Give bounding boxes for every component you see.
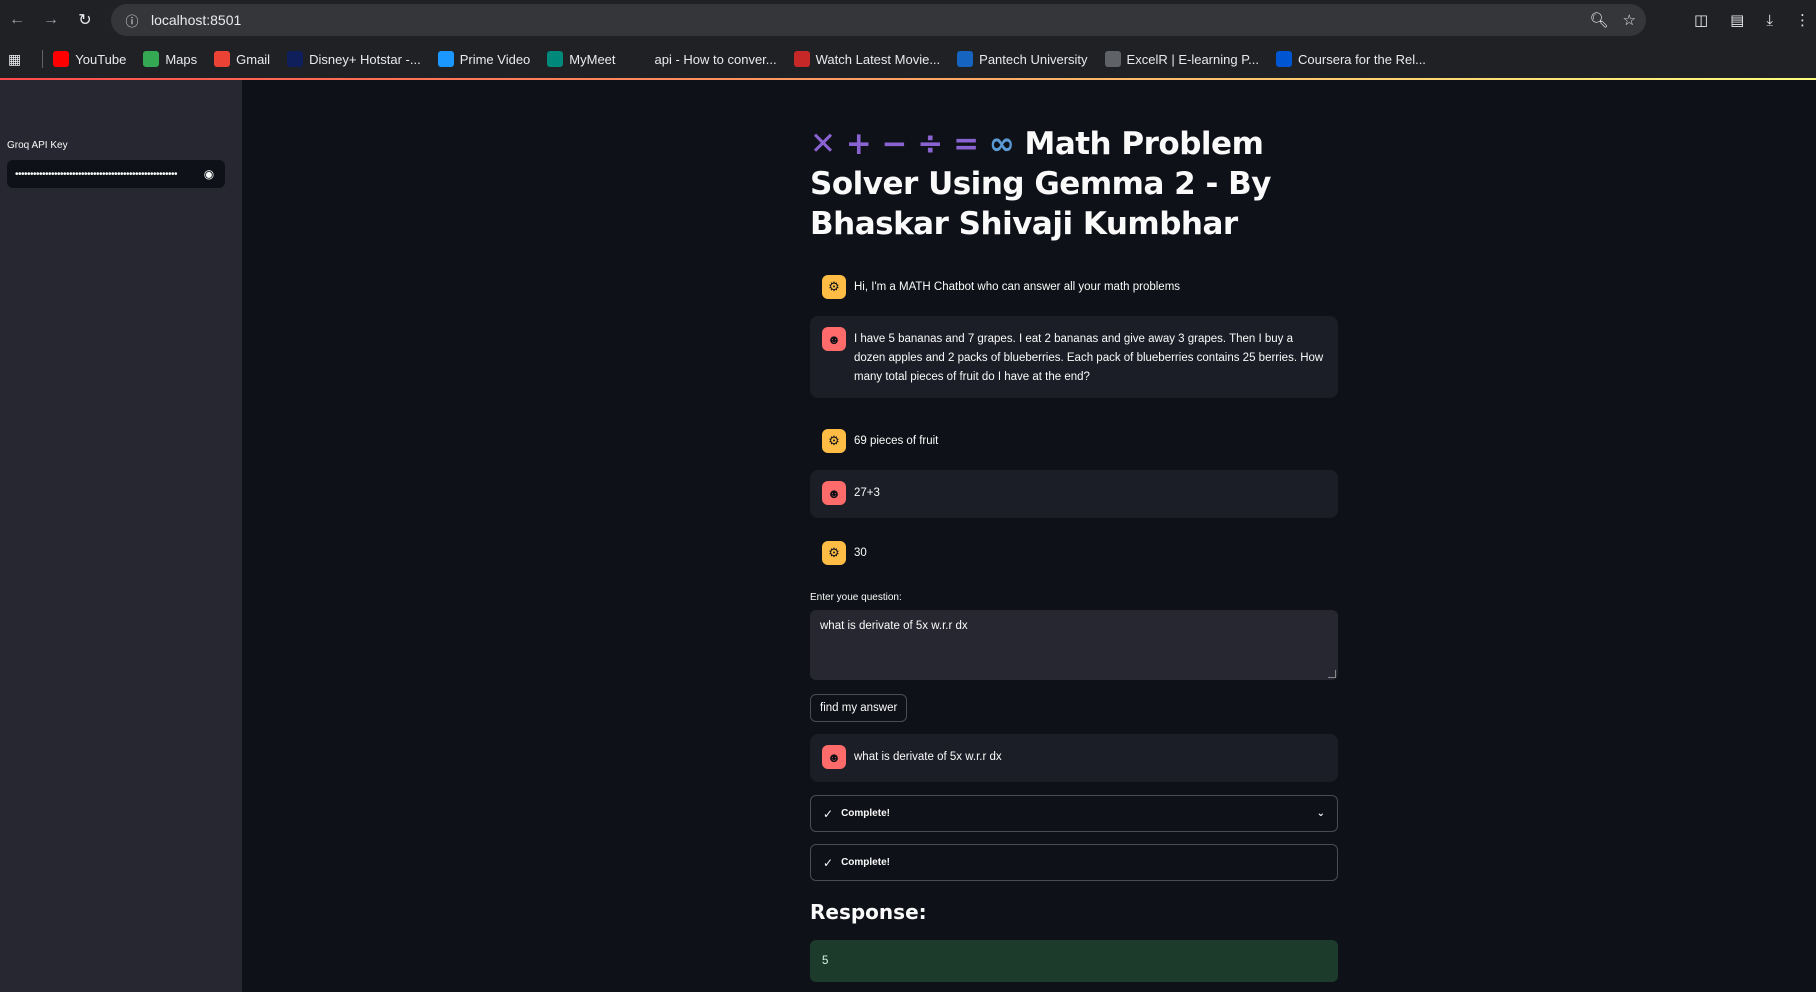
gmail-icon xyxy=(214,51,231,67)
bookmark-item[interactable]: YouTube xyxy=(53,51,126,67)
message-text: 30 xyxy=(854,547,867,559)
status-text: Complete! xyxy=(841,857,890,868)
user-message: ☻ 27+3 xyxy=(810,470,1338,518)
user-message: ☻ I have 5 bananas and 7 grapes. I eat 2 … xyxy=(810,316,1338,398)
bookmark-label: MyMeet xyxy=(569,51,616,67)
bookmark-item[interactable]: MyMeet xyxy=(547,51,616,67)
youtube-icon xyxy=(53,51,70,67)
url-text[interactable]: localhost:8501 xyxy=(151,12,241,28)
latest-user-message: ☻ what is derivate of 5x w.r.r dx xyxy=(810,734,1338,782)
show-password-eye-icon[interactable]: ◉ xyxy=(201,167,217,181)
bookmarks-divider xyxy=(42,50,44,68)
status-expander[interactable]: ✓ Complete! ⌄ xyxy=(810,795,1338,832)
bookmark-item[interactable]: Coursera for the Rel... xyxy=(1276,51,1426,67)
bookmark-item[interactable]: api - How to conver... xyxy=(632,51,777,67)
extensions-icon[interactable]: ◫ xyxy=(1694,11,1708,29)
user-avatar-icon: ☻ xyxy=(822,745,846,769)
bot-avatar-icon: ⚙ xyxy=(822,541,846,565)
bot-avatar-icon: ⚙ xyxy=(822,429,846,453)
bookmark-star-icon[interactable]: ☆ xyxy=(1623,11,1636,29)
app-header-decoration xyxy=(0,78,1816,80)
response-text: 5 xyxy=(822,955,829,967)
sidebar: Groq API Key •••••••••••••••••••••••••••… xyxy=(0,80,242,992)
response-box: 5 xyxy=(810,940,1338,982)
bookmark-item[interactable]: Gmail xyxy=(214,51,270,67)
bookmark-list: YouTube Maps Gmail Disney+ Hotstar -... Prim… xyxy=(53,51,1443,67)
api-key-value[interactable]: ••••••••••••••••••••••••••••••••••••••••… xyxy=(15,169,201,180)
message-text: what is derivate of 5x w.r.r dx xyxy=(854,751,1002,763)
zoom-icon[interactable]: 🔍︎ xyxy=(1590,11,1609,29)
address-bar[interactable]: ⓘ localhost:8501 🔍︎ ☆ xyxy=(111,4,1646,36)
hotstar-icon xyxy=(287,51,304,67)
assistant-message: ⚙ 69 pieces of fruit xyxy=(810,418,1338,462)
browser-toolbar: ← → ↻ ⓘ localhost:8501 🔍︎ ☆ ◫ ▤ ⤓ ⋮ xyxy=(0,0,1816,40)
assistant-message: ⚙ Hi, I'm a MATH Chatbot who can answer a… xyxy=(810,264,1338,308)
status-box: ✓ Complete! xyxy=(810,844,1338,881)
api-key-input[interactable]: ••••••••••••••••••••••••••••••••••••••••… xyxy=(7,160,225,188)
response-heading: Response: xyxy=(810,900,927,924)
api-key-label: Groq API Key xyxy=(7,140,68,151)
bookmark-item[interactable]: Watch Latest Movie... xyxy=(793,51,941,67)
menu-icon[interactable]: ⋮ xyxy=(1795,11,1810,29)
bookmark-label: Watch Latest Movie... xyxy=(815,51,941,67)
site-info-icon[interactable]: ⓘ xyxy=(117,11,147,30)
reload-icon[interactable]: ↻ xyxy=(68,3,102,37)
maps-icon xyxy=(143,51,160,67)
assistant-message: ⚙ 30 xyxy=(810,530,1338,574)
bookmark-item[interactable]: Pantech University xyxy=(957,51,1088,67)
bookmarks-bar: ▦ YouTube Maps Gmail Disney+ Hotstar -... Pr… xyxy=(0,40,1816,78)
globe-icon xyxy=(1104,51,1121,67)
bookmark-label: ExcelR | E-learning P... xyxy=(1126,51,1260,67)
bookmark-item[interactable]: Prime Video xyxy=(437,51,531,67)
apps-grid-icon[interactable]: ▦ xyxy=(8,51,21,68)
question-text[interactable]: what is derivate of 5x w.r.r dx xyxy=(820,620,968,632)
bookmark-label: Disney+ Hotstar -... xyxy=(309,51,421,67)
status-text: Complete! xyxy=(841,808,890,819)
message-text: Hi, I'm a MATH Chatbot who can answer al… xyxy=(854,281,1181,293)
find-answer-button[interactable]: find my answer xyxy=(810,694,908,722)
question-textarea[interactable]: what is derivate of 5x w.r.r dx xyxy=(810,610,1338,680)
page-title: ✕ + − ÷ = ∞ Math Problem Solver Using Ge… xyxy=(810,124,1338,244)
bot-avatar-icon: ⚙ xyxy=(822,275,846,299)
movie-icon xyxy=(793,51,810,67)
bookmark-label: api - How to conver... xyxy=(654,51,777,67)
stack-icon xyxy=(632,51,649,67)
bookmark-label: Pantech University xyxy=(979,51,1088,67)
prime-video-icon xyxy=(437,51,454,67)
bookmark-item[interactable]: ExcelR | E-learning P... xyxy=(1104,51,1260,67)
bookmark-item[interactable]: Maps xyxy=(143,51,197,67)
math-symbols-icon: ✕ + − ÷ = xyxy=(810,126,979,162)
download-icon[interactable]: ⤓ xyxy=(1766,12,1773,29)
chevron-down-icon[interactable]: ⌄ xyxy=(1317,808,1325,819)
user-avatar-icon: ☻ xyxy=(822,481,846,505)
bookmark-label: Prime Video xyxy=(459,51,531,67)
message-text: 27+3 xyxy=(854,487,880,499)
bookmark-item[interactable]: Disney+ Hotstar -... xyxy=(287,51,421,67)
bookmark-label: Maps xyxy=(165,51,198,67)
check-icon: ✓ xyxy=(823,855,834,870)
bookmark-label: Gmail xyxy=(236,51,271,67)
forward-icon[interactable]: → xyxy=(34,3,68,37)
user-avatar-icon: ☻ xyxy=(822,327,846,351)
message-text: 69 pieces of fruit xyxy=(854,435,939,447)
bookmark-label: Coursera for the Rel... xyxy=(1298,51,1426,67)
bookmark-label: YouTube xyxy=(75,51,127,67)
cast-icon[interactable]: ▤ xyxy=(1730,11,1744,29)
question-label: Enter youe question: xyxy=(810,592,902,603)
pantech-icon xyxy=(957,51,974,67)
message-text: I have 5 bananas and 7 grapes. I eat 2 b… xyxy=(854,333,1324,383)
meet-icon xyxy=(547,51,564,67)
infinity-icon: ∞ xyxy=(988,126,1015,162)
coursera-icon xyxy=(1276,51,1293,67)
check-icon: ✓ xyxy=(823,806,834,821)
back-icon[interactable]: ← xyxy=(0,3,34,37)
resize-handle[interactable] xyxy=(1328,670,1336,678)
